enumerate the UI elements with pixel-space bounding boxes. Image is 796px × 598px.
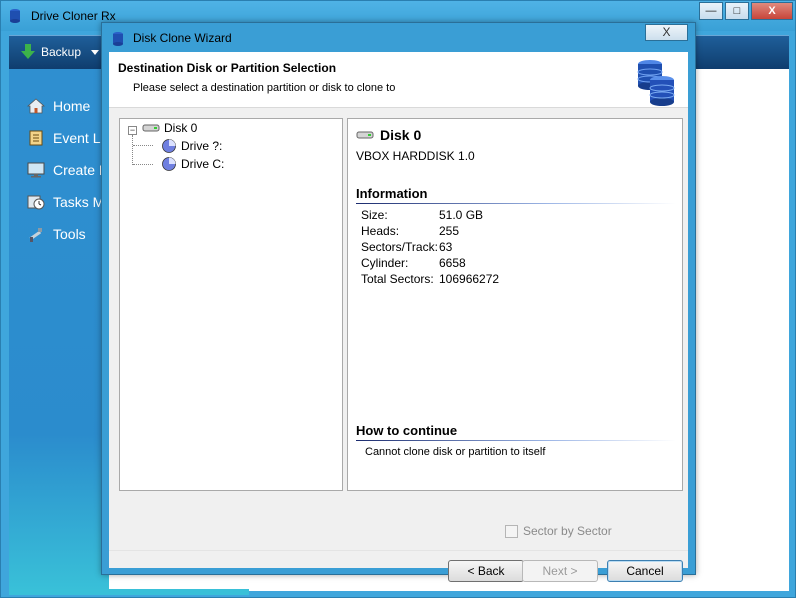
how-to-continue-heading: How to continue [356, 423, 458, 438]
event-log-icon [29, 130, 43, 146]
home-icon [27, 98, 45, 114]
status-strip [9, 589, 249, 595]
sidebar-item-label: Event Lo [53, 130, 109, 146]
tree-item-disk[interactable]: Disk 0 [142, 121, 198, 135]
monitor-icon [27, 162, 45, 178]
tree-item-label: Drive C: [181, 157, 225, 171]
partition-icon [162, 157, 176, 171]
clock-icon [27, 195, 45, 210]
disk-model: VBOX HARDDISK 1.0 [356, 149, 475, 163]
section-divider [356, 440, 676, 441]
page-subtitle: Please select a destination partition or… [133, 82, 396, 94]
sidebar-item-label: Tools [53, 226, 86, 242]
partition-icon [162, 139, 176, 153]
info-row: Size: 51.0 GB [361, 208, 499, 224]
info-key: Cylinder: [361, 256, 409, 270]
dialog-titlebar: Disk Clone Wizard X [102, 23, 695, 52]
info-key: Heads: [361, 224, 400, 238]
disk-clone-wizard-dialog: Disk Clone Wizard X Destination Disk or … [101, 22, 696, 582]
backup-button[interactable]: Backup [21, 44, 100, 60]
tree-connector [133, 164, 153, 165]
info-value: 255 [439, 224, 460, 238]
information-heading: Information [356, 186, 428, 201]
info-key: Size: [361, 208, 388, 222]
info-value: 63 [439, 240, 453, 254]
info-row: Cylinder: 6658 [361, 256, 499, 272]
dialog-body: Destination Disk or Partition Selection … [109, 52, 688, 582]
tree-connector [133, 145, 153, 146]
download-arrow-icon [21, 44, 35, 59]
sidebar-item-label: Home [53, 98, 91, 114]
sidebar-item-home[interactable]: Home [27, 97, 90, 115]
info-row: Total Sectors: 106966272 [361, 272, 499, 288]
app-title: Drive Cloner Rx [31, 9, 116, 23]
sidebar-item-label: Tasks M [53, 194, 105, 210]
disk-info-table: Size: 51.0 GB Heads: 255 Sectors/Track: … [361, 208, 499, 288]
database-icon [10, 9, 20, 23]
close-button[interactable]: X [751, 2, 793, 20]
minimize-button[interactable]: — [699, 2, 723, 20]
next-button[interactable]: Next > [522, 560, 598, 582]
backup-label: Backup [41, 45, 82, 59]
back-button[interactable]: < Back [448, 560, 524, 582]
info-value: 106966272 [439, 272, 500, 286]
sidebar: Home Event Lo Create R Tasks M Tools [9, 69, 109, 591]
info-key: Sectors/Track: [361, 240, 438, 254]
tree-item-label: Disk 0 [164, 121, 198, 135]
info-value: 6658 [439, 256, 466, 270]
maximize-button[interactable]: □ [725, 2, 749, 20]
info-value: 51.0 GB [439, 208, 484, 222]
hard-disk-icon [356, 131, 374, 139]
sidebar-item-create[interactable]: Create R [27, 161, 109, 179]
page-title: Destination Disk or Partition Selection [118, 61, 337, 75]
database-icon [113, 32, 123, 46]
info-row: Heads: 255 [361, 224, 499, 240]
sector-by-sector-checkbox[interactable]: Sector by Sector [505, 524, 612, 538]
disk-name: Disk 0 [380, 127, 422, 143]
tree-item-partition[interactable]: Drive ?: [161, 138, 222, 154]
tree-item-label: Drive ?: [181, 139, 223, 153]
sidebar-item-tasks[interactable]: Tasks M [27, 193, 104, 211]
disk-tree[interactable]: − Disk 0 Drive ?: Drive C: [119, 118, 343, 491]
info-key: Total Sectors: [361, 272, 434, 286]
continue-message: Cannot clone disk or partition to itself [365, 446, 546, 458]
disk-details-panel: Disk 0 VBOX HARDDISK 1.0 Information Siz… [347, 118, 683, 491]
disk-title: Disk 0 [356, 127, 421, 143]
hard-disk-icon [142, 124, 160, 132]
sidebar-item-event-log[interactable]: Event Lo [27, 129, 108, 147]
sidebar-item-tools[interactable]: Tools [27, 225, 86, 243]
cancel-button[interactable]: Cancel [607, 560, 683, 582]
tools-icon [29, 228, 42, 242]
footer-divider [109, 550, 688, 551]
checkbox-box[interactable] [505, 524, 518, 538]
section-divider [356, 203, 676, 204]
tree-collapse-toggle[interactable]: − [128, 126, 137, 135]
database-stack-icon [637, 60, 675, 106]
tree-connector [132, 135, 133, 165]
chevron-down-icon [91, 49, 100, 55]
wizard-header: Destination Disk or Partition Selection … [109, 52, 688, 108]
info-row: Sectors/Track: 63 [361, 240, 499, 256]
dialog-title: Disk Clone Wizard [133, 31, 232, 45]
checkbox-label: Sector by Sector [523, 524, 612, 538]
dialog-close-button[interactable]: X [645, 24, 688, 41]
tree-item-partition[interactable]: Drive C: [161, 156, 224, 172]
